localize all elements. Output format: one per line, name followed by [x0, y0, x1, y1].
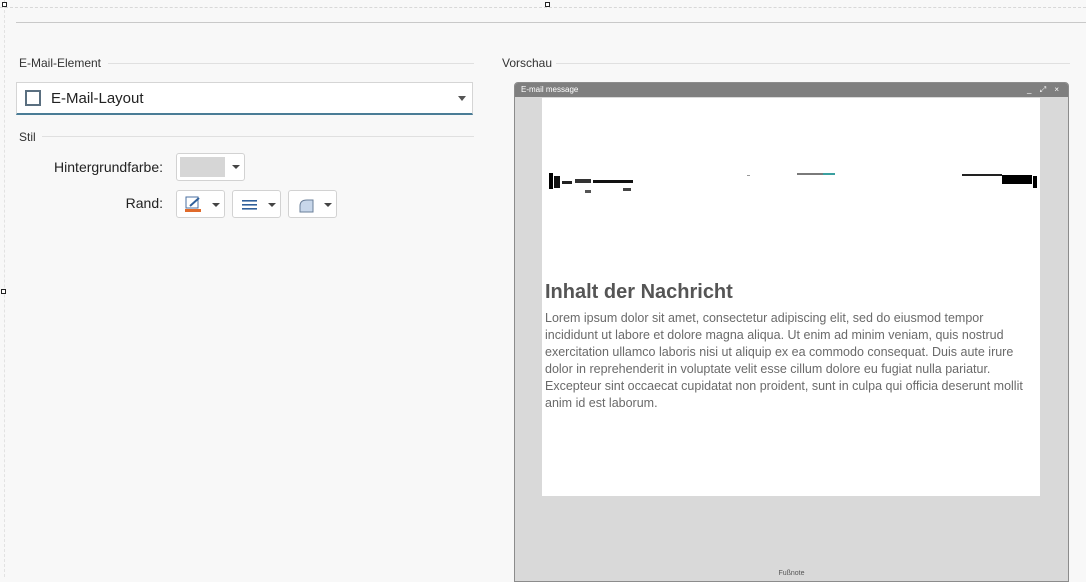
element-select-value: E-Mail-Layout — [51, 89, 144, 107]
chevron-down-icon — [212, 203, 220, 207]
chevron-down-icon — [458, 96, 466, 101]
message-title: Inhalt der Nachricht — [545, 281, 733, 303]
resize-guide-top — [0, 7, 1086, 8]
pen-color-icon — [185, 196, 201, 212]
background-color-label: Hintergrundfarbe: — [54, 159, 163, 175]
section-divider — [556, 63, 1070, 64]
resize-handle-top-center[interactable] — [545, 2, 550, 7]
line-style-icon — [242, 200, 257, 210]
color-swatch — [180, 157, 225, 177]
section-title-preview: Vorschau — [502, 56, 553, 70]
footer-note: Fußnote — [778, 570, 805, 577]
window-controls-icon: _ ⤢ × — [1027, 85, 1062, 94]
email-content-area: Inhalt der Nachricht Lorem ipsum dolor s… — [542, 98, 1040, 496]
chevron-down-icon — [232, 165, 240, 169]
background-color-picker[interactable] — [176, 153, 245, 181]
resize-handle-top-left[interactable] — [2, 2, 7, 7]
chevron-down-icon — [268, 203, 276, 207]
preview-window-titlebar: E-mail message _ ⤢ × — [515, 83, 1068, 97]
resize-handle-left-middle[interactable] — [1, 289, 6, 294]
email-preview-window: E-mail message _ ⤢ × Inhalt der Nachrich… — [514, 82, 1069, 582]
preview-window-title: E-mail message — [521, 85, 579, 94]
section-title-style: Stil — [19, 130, 36, 144]
toolbar-divider — [16, 22, 1086, 23]
border-style-button[interactable] — [232, 190, 281, 218]
element-select[interactable]: E-Mail-Layout — [16, 82, 473, 115]
corner-radius-icon — [299, 199, 314, 213]
border-radius-button[interactable] — [288, 190, 337, 218]
section-title-element: E-Mail-Element — [19, 56, 102, 70]
border-label: Rand: — [125, 195, 163, 211]
section-divider — [108, 63, 474, 64]
chevron-down-icon — [324, 203, 332, 207]
border-color-button[interactable] — [176, 190, 225, 218]
header-logo-image — [549, 173, 1037, 193]
section-divider — [42, 136, 474, 137]
layout-square-icon — [25, 90, 41, 106]
message-text: Lorem ipsum dolor sit amet, consectetur … — [545, 311, 1023, 410]
